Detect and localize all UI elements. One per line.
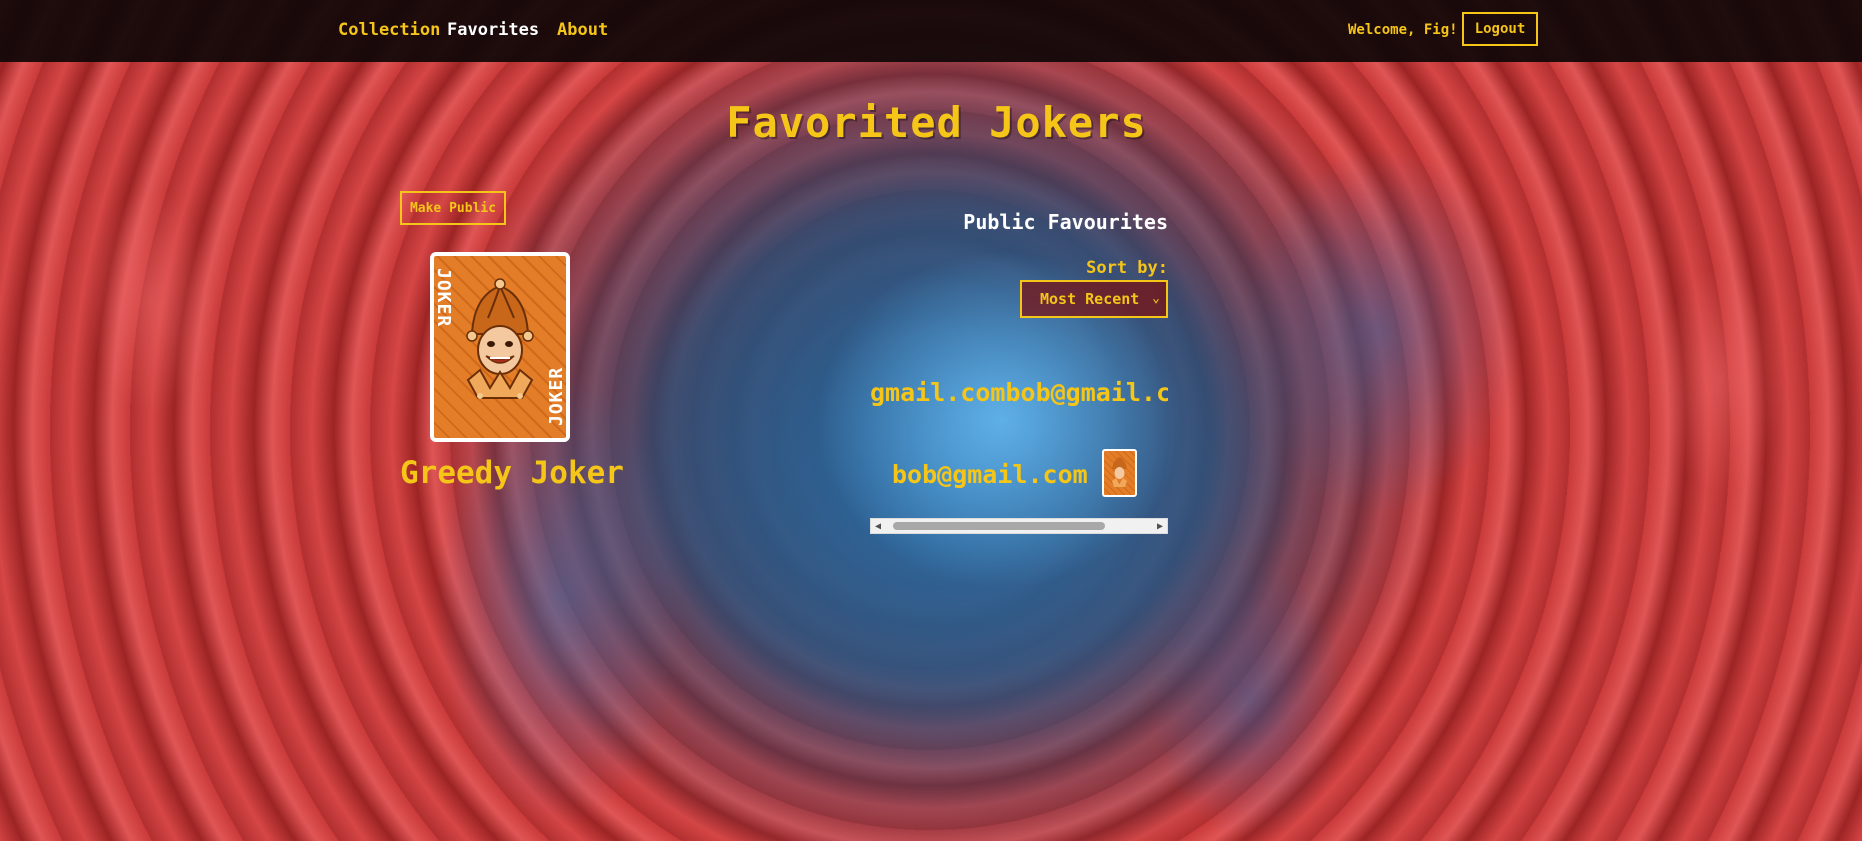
scroll-right-icon[interactable]: ▶ — [1157, 521, 1163, 533]
public-user-heading: gmail.combob@gmail.com — [870, 378, 1168, 407]
sort-selected-value: Most Recent — [1040, 290, 1140, 308]
logout-button[interactable]: Logout — [1462, 12, 1538, 46]
sort-select[interactable]: Most Recent ⌄ — [1020, 280, 1168, 318]
card-corner-text-bottom: JOKER — [546, 367, 566, 426]
nav-link-collection[interactable]: Collection — [338, 20, 440, 40]
nav-link-favorites[interactable]: Favorites — [447, 20, 539, 40]
card-name-label: Greedy Joker — [400, 455, 624, 491]
joker-illustration-icon: JOKER JOKER — [434, 268, 566, 426]
mini-joker-illustration-icon — [1112, 457, 1127, 487]
joker-card-image[interactable]: JOKER JOKER — [430, 252, 570, 442]
scrollbar-thumb[interactable] — [893, 522, 1105, 530]
public-entry-user[interactable]: bob@gmail.com — [892, 460, 1088, 489]
top-navbar: Collection Favorites About Welcome, Fig!… — [0, 0, 1862, 62]
nav-link-about[interactable]: About — [557, 20, 608, 40]
make-public-button[interactable]: Make Public — [400, 191, 506, 225]
page-title: Favorited Jokers — [726, 98, 1147, 147]
sort-by-label: Sort by: — [1086, 258, 1168, 278]
chevron-down-icon: ⌄ — [1152, 291, 1160, 306]
public-favourites-title: Public Favourites — [963, 210, 1168, 234]
horizontal-scrollbar[interactable]: ◀ ▶ — [870, 518, 1168, 534]
card-corner-text-top: JOKER — [434, 268, 454, 327]
welcome-message: Welcome, Fig! — [1348, 22, 1458, 38]
scroll-left-icon[interactable]: ◀ — [875, 521, 881, 533]
joker-card-thumbnail-icon[interactable] — [1102, 449, 1137, 497]
